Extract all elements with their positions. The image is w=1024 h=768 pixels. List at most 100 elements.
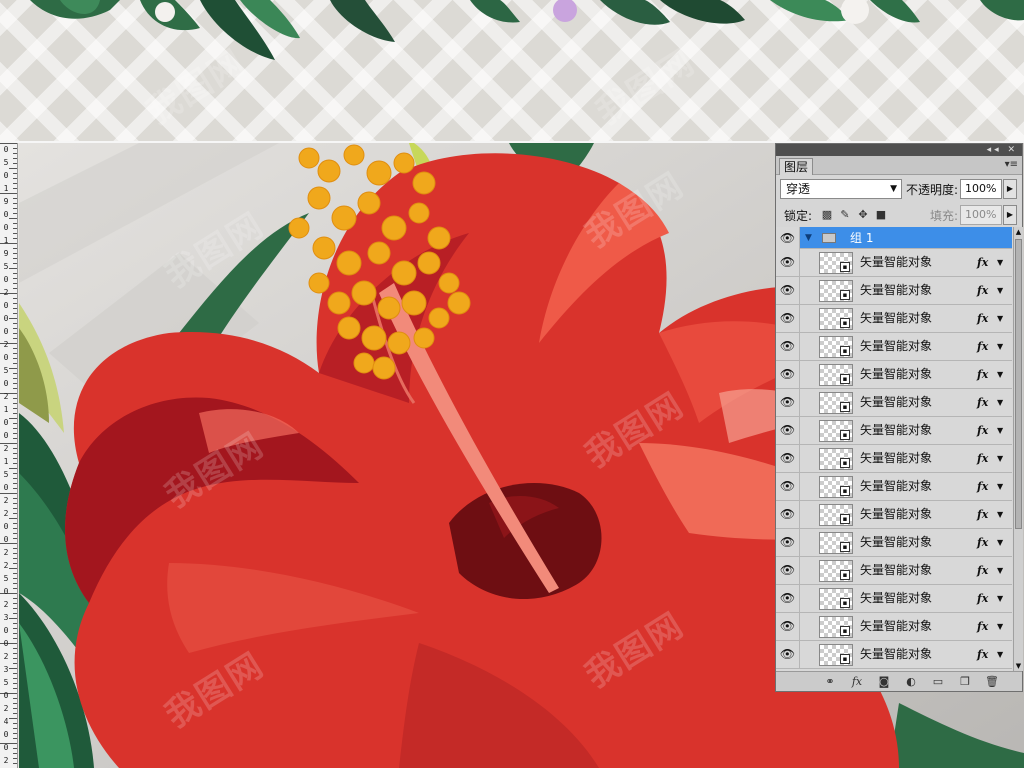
layer-row[interactable]: 👁 ▪ 矢量智能对象 fx ▼ bbox=[776, 557, 1012, 585]
add-style-icon[interactable]: fx bbox=[849, 674, 865, 690]
layer-effects-icon[interactable]: fx bbox=[977, 501, 988, 528]
tab-layers[interactable]: 图层 bbox=[779, 158, 814, 175]
triangle-down-icon[interactable]: ▼ bbox=[997, 389, 1003, 416]
layer-row[interactable]: 👁 ▪ 矢量智能对象 fx ▼ bbox=[776, 249, 1012, 277]
triangle-down-icon[interactable]: ▼ bbox=[805, 227, 812, 249]
triangle-down-icon[interactable]: ▼ bbox=[997, 585, 1003, 612]
eye-icon[interactable]: 👁 bbox=[776, 641, 800, 668]
layer-row[interactable]: 👁 ▪ 矢量智能对象 fx ▼ bbox=[776, 277, 1012, 305]
layer-effects-icon[interactable]: fx bbox=[977, 613, 988, 640]
triangle-down-icon[interactable]: ▼ bbox=[997, 613, 1003, 640]
adjustment-icon[interactable]: ◐ bbox=[903, 674, 919, 690]
eye-icon[interactable]: 👁 bbox=[776, 473, 800, 500]
layer-name: 矢量智能对象 bbox=[860, 339, 933, 353]
trash-icon[interactable]: 🗑 bbox=[984, 674, 1000, 690]
ruler-label: 3 bbox=[3, 665, 9, 674]
ruler-tick bbox=[13, 653, 17, 654]
layer-effects-icon[interactable]: fx bbox=[977, 529, 988, 556]
layer-group-row[interactable]: 👁 ▼ 组 1 bbox=[776, 227, 1012, 249]
layer-list-scrollbar[interactable]: ▲ ▼ bbox=[1013, 227, 1023, 671]
layer-effects-icon[interactable]: fx bbox=[977, 277, 988, 304]
eye-icon[interactable]: 👁 bbox=[776, 585, 800, 612]
ruler-label: 2 bbox=[3, 496, 9, 505]
lock-brush-icon[interactable]: ✎ bbox=[838, 208, 852, 222]
fill-slider-button[interactable]: ▶ bbox=[1003, 205, 1017, 225]
layer-row[interactable]: 👁 ▪ 矢量智能对象 fx ▼ bbox=[776, 445, 1012, 473]
layer-row[interactable]: 👁 ▪ 矢量智能对象 fx ▼ bbox=[776, 641, 1012, 669]
ruler-tick bbox=[13, 728, 17, 729]
new-layer-icon[interactable]: ❐ bbox=[957, 674, 973, 690]
layer-effects-icon[interactable]: fx bbox=[977, 445, 988, 472]
panel-menu-icon[interactable]: ▾≡ bbox=[1005, 159, 1018, 170]
scrollbar-thumb[interactable] bbox=[1015, 239, 1022, 529]
triangle-down-icon[interactable]: ▼ bbox=[997, 361, 1003, 388]
eye-icon[interactable]: 👁 bbox=[776, 227, 800, 249]
eye-icon[interactable]: 👁 bbox=[776, 389, 800, 416]
lock-all-icon[interactable]: ■ bbox=[874, 208, 888, 222]
ruler-tick bbox=[13, 448, 17, 449]
smart-object-icon: ▪ bbox=[840, 626, 850, 636]
layer-effects-icon[interactable]: fx bbox=[977, 389, 988, 416]
eye-icon[interactable]: 👁 bbox=[776, 249, 800, 276]
layer-effects-icon[interactable]: fx bbox=[977, 473, 988, 500]
panel-titlebar[interactable]: ◂◂ ✕ bbox=[776, 144, 1022, 156]
layer-effects-icon[interactable]: fx bbox=[977, 557, 988, 584]
layer-row[interactable]: 👁 ▪ 矢量智能对象 fx ▼ bbox=[776, 333, 1012, 361]
layer-effects-icon[interactable]: fx bbox=[977, 417, 988, 444]
layer-row[interactable]: 👁 ▪ 矢量智能对象 fx ▼ bbox=[776, 361, 1012, 389]
ruler-tick bbox=[13, 298, 17, 299]
eye-icon[interactable]: 👁 bbox=[776, 501, 800, 528]
layer-effects-icon[interactable]: fx bbox=[977, 305, 988, 332]
layer-name: 矢量智能对象 bbox=[860, 619, 933, 633]
lock-move-icon[interactable]: ✥ bbox=[856, 208, 870, 222]
layer-effects-icon[interactable]: fx bbox=[977, 641, 988, 668]
layer-row[interactable]: 👁 ▪ 矢量智能对象 fx ▼ bbox=[776, 613, 1012, 641]
eye-icon[interactable]: 👁 bbox=[776, 305, 800, 332]
opacity-input[interactable]: 100% bbox=[960, 179, 1002, 199]
triangle-down-icon[interactable]: ▼ bbox=[997, 333, 1003, 360]
link-icon[interactable]: ⚭ bbox=[822, 674, 838, 690]
opacity-slider-button[interactable]: ▶ bbox=[1003, 179, 1017, 199]
new-group-icon[interactable]: ▭ bbox=[930, 674, 946, 690]
triangle-down-icon[interactable]: ▼ bbox=[997, 249, 1003, 276]
layer-effects-icon[interactable]: fx bbox=[977, 333, 988, 360]
scroll-up-icon[interactable]: ▲ bbox=[1014, 227, 1023, 237]
eye-icon[interactable]: 👁 bbox=[776, 361, 800, 388]
triangle-down-icon[interactable]: ▼ bbox=[997, 417, 1003, 444]
eye-icon[interactable]: 👁 bbox=[776, 529, 800, 556]
ruler-tick bbox=[13, 688, 17, 689]
eye-icon[interactable]: 👁 bbox=[776, 277, 800, 304]
layer-row[interactable]: 👁 ▪ 矢量智能对象 fx ▼ bbox=[776, 585, 1012, 613]
eye-icon[interactable]: 👁 bbox=[776, 613, 800, 640]
smart-object-icon: ▪ bbox=[840, 654, 850, 664]
layer-effects-icon[interactable]: fx bbox=[977, 585, 988, 612]
vertical-ruler[interactable]: 0 5 0 1 9 0 0 1 9 5 0 2 0 0 0 2 0 5 0 2 1 0 0 2 1 5 0 2 2 0 0 2 2 5 0 2 3 0 0 2… bbox=[0, 143, 18, 768]
eye-icon[interactable]: 👁 bbox=[776, 417, 800, 444]
triangle-down-icon[interactable]: ▼ bbox=[997, 557, 1003, 584]
ruler-tick bbox=[13, 673, 17, 674]
layer-row[interactable]: 👁 ▪ 矢量智能对象 fx ▼ bbox=[776, 305, 1012, 333]
triangle-down-icon[interactable]: ▼ bbox=[997, 529, 1003, 556]
layer-row[interactable]: 👁 ▪ 矢量智能对象 fx ▼ bbox=[776, 473, 1012, 501]
triangle-down-icon[interactable]: ▼ bbox=[997, 501, 1003, 528]
layer-row[interactable]: 👁 ▪ 矢量智能对象 fx ▼ bbox=[776, 389, 1012, 417]
lock-transparent-icon[interactable]: ▩ bbox=[820, 208, 834, 222]
layer-row[interactable]: 👁 ▪ 矢量智能对象 fx ▼ bbox=[776, 529, 1012, 557]
mask-icon[interactable]: ◙ bbox=[876, 674, 892, 690]
layer-effects-icon[interactable]: fx bbox=[977, 361, 988, 388]
blend-mode-select[interactable]: 穿透 ▼ bbox=[780, 179, 902, 199]
triangle-down-icon[interactable]: ▼ bbox=[997, 445, 1003, 472]
triangle-down-icon[interactable]: ▼ bbox=[997, 277, 1003, 304]
layer-effects-icon[interactable]: fx bbox=[977, 249, 988, 276]
triangle-down-icon[interactable]: ▼ bbox=[997, 641, 1003, 668]
eye-icon[interactable]: 👁 bbox=[776, 333, 800, 360]
scroll-down-icon[interactable]: ▼ bbox=[1014, 661, 1023, 671]
eye-icon[interactable]: 👁 bbox=[776, 445, 800, 472]
layer-row[interactable]: 👁 ▪ 矢量智能对象 fx ▼ bbox=[776, 417, 1012, 445]
triangle-down-icon[interactable]: ▼ bbox=[997, 305, 1003, 332]
eye-icon[interactable]: 👁 bbox=[776, 557, 800, 584]
panel-collapse-close-icons[interactable]: ◂◂ ✕ bbox=[987, 144, 1018, 156]
layer-row[interactable]: 👁 ▪ 矢量智能对象 fx ▼ bbox=[776, 501, 1012, 529]
fill-input[interactable]: 100% bbox=[960, 205, 1002, 225]
triangle-down-icon[interactable]: ▼ bbox=[997, 473, 1003, 500]
